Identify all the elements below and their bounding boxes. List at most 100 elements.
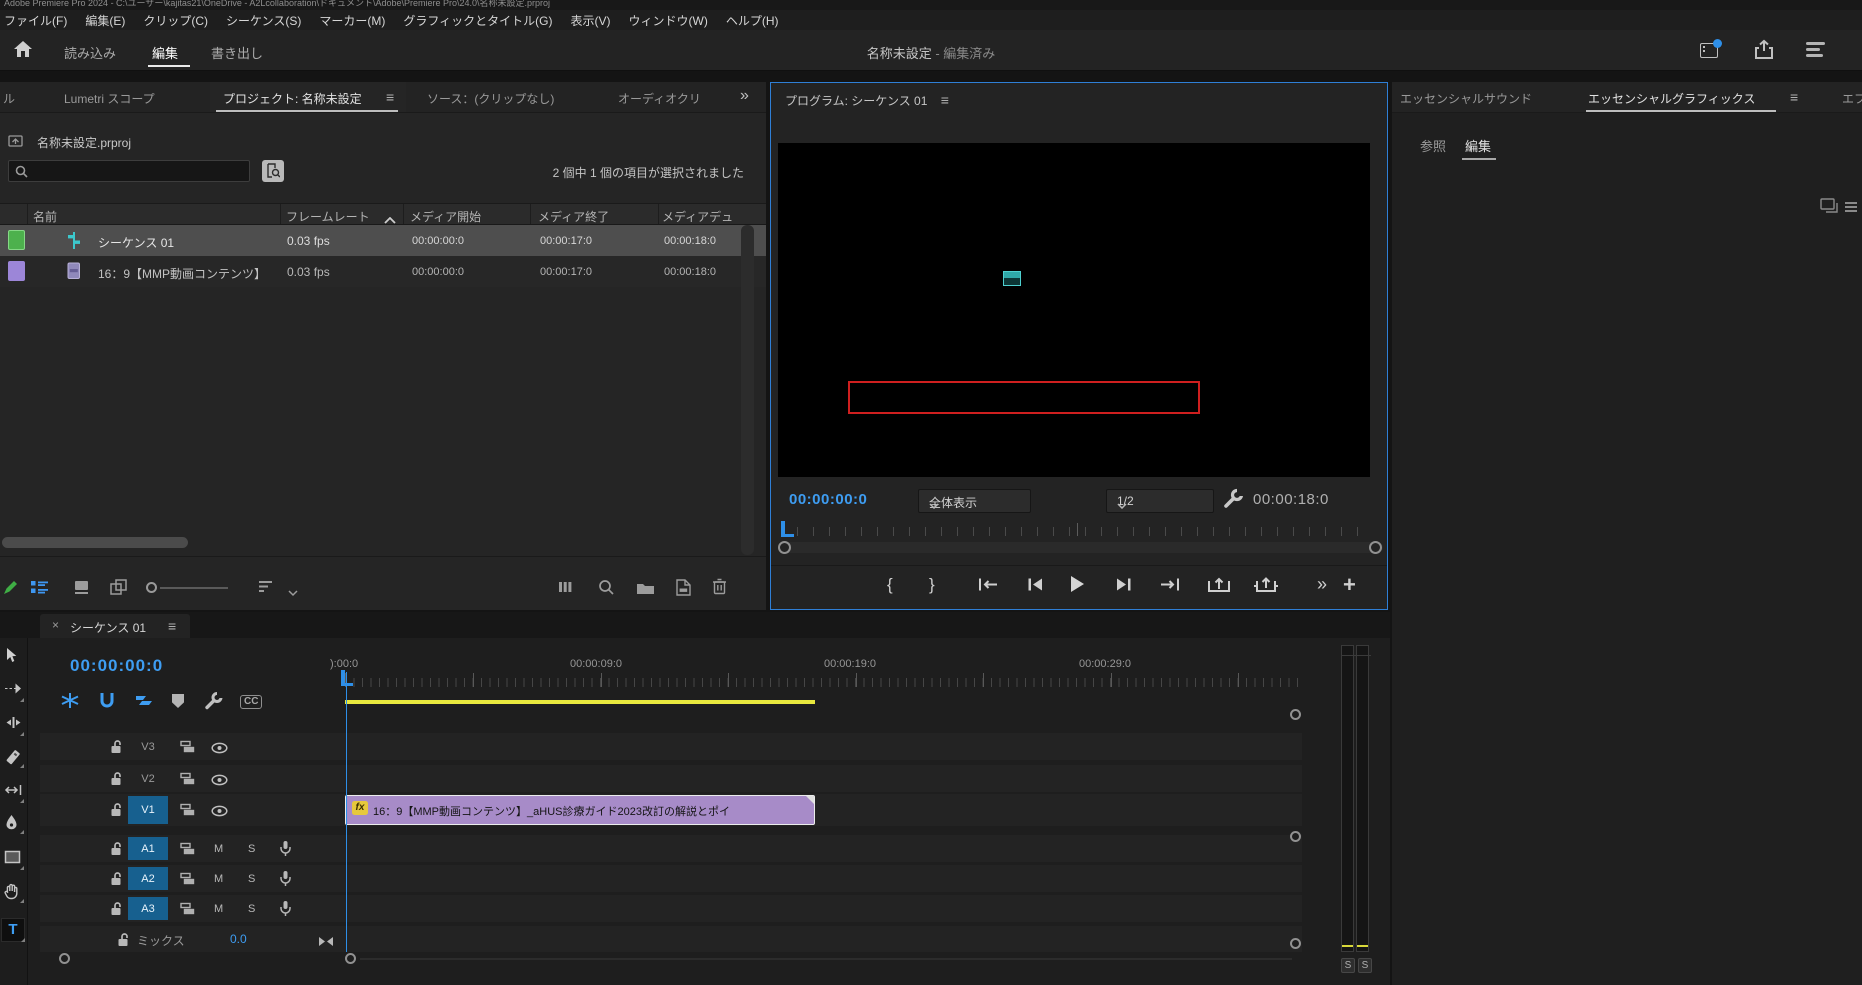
track-badge-a1[interactable]: A1 [128, 837, 168, 860]
freeform-view-button[interactable] [110, 579, 128, 600]
column-framerate[interactable]: フレームレート [286, 208, 370, 225]
track-badge-a3[interactable]: A3 [128, 897, 168, 920]
fit-dropdown[interactable]: 全体表示 [918, 489, 1031, 513]
mark-out-button[interactable]: } [929, 575, 935, 595]
tab-project-active[interactable]: プロジェクト: 名称未設定 ≡ [210, 82, 406, 112]
track-lane-a3[interactable] [345, 895, 1302, 922]
tab-lumetri-scopes[interactable]: Lumetri スコープ [64, 90, 155, 107]
keyframe-bowtie-icon[interactable] [318, 934, 334, 952]
tab-effects-clipped[interactable]: エフ [1842, 90, 1862, 107]
menu-edit[interactable]: 編集(E) [76, 12, 134, 29]
column-media-start[interactable]: メディア開始 [410, 208, 481, 225]
track-badge-v2[interactable]: V2 [128, 767, 168, 790]
tab-audio-clip-mixer[interactable]: オーディオクリ [618, 90, 701, 107]
track-badge-v1[interactable]: V1 [128, 796, 168, 824]
snap-magnet-icon[interactable] [98, 692, 116, 714]
voiceover-mic-icon[interactable] [279, 840, 292, 862]
program-video-canvas[interactable] [778, 143, 1370, 477]
track-select-forward-tool[interactable] [4, 682, 24, 702]
layer-menu-icon[interactable] [1844, 200, 1858, 218]
menu-clip[interactable]: クリップ(C) [134, 12, 217, 29]
lock-icon[interactable] [110, 901, 122, 921]
writable-pencil-icon[interactable] [2, 579, 19, 601]
add-marker-icon[interactable] [172, 694, 184, 708]
column-media-end[interactable]: メディア終了 [538, 208, 609, 225]
go-to-out-button[interactable] [1159, 577, 1181, 597]
menu-marker[interactable]: マーカー(M) [310, 12, 394, 29]
zoom-slider-track[interactable] [160, 587, 228, 589]
lock-icon[interactable] [110, 871, 122, 891]
source-patch-icon[interactable] [180, 740, 195, 758]
new-layer-button[interactable] [1820, 198, 1838, 218]
find-button[interactable] [598, 579, 614, 600]
project-row-sequence[interactable]: シーケンス 01 0.03 fps 00:00:00:0 00:00:17:0 … [0, 225, 766, 256]
source-patch-icon[interactable] [180, 772, 195, 790]
audio-tracks-scroll-handle[interactable] [1290, 831, 1301, 842]
project-row-clip[interactable]: 16：9【MMP動画コンテンツ】 0.03 fps 00:00:00:0 00:… [0, 256, 766, 287]
play-button[interactable] [1067, 574, 1087, 599]
delete-button[interactable] [712, 578, 727, 600]
tab-overflow-icon[interactable]: » [740, 87, 749, 105]
label-color-chip[interactable] [8, 261, 25, 281]
lock-icon[interactable] [110, 771, 122, 791]
track-lane-a1[interactable] [345, 835, 1302, 862]
search-box[interactable] [8, 160, 250, 183]
program-playhead[interactable] [781, 521, 795, 539]
captions-toggle[interactable]: CC [240, 695, 263, 709]
close-icon[interactable]: × [52, 618, 59, 632]
search-bin-button[interactable] [262, 160, 284, 182]
work-area-bar[interactable] [345, 700, 815, 704]
source-patch-icon[interactable] [180, 902, 195, 920]
go-to-in-button[interactable] [977, 577, 999, 597]
slip-tool[interactable] [4, 783, 24, 803]
tab-source-monitor[interactable]: ソース：(クリップなし) [427, 90, 554, 107]
panel-menu-icon[interactable]: ≡ [386, 90, 394, 104]
menu-window[interactable]: ウィンドウ(W) [620, 12, 717, 29]
menu-view[interactable]: 表示(V) [562, 12, 620, 29]
step-back-button[interactable] [1027, 577, 1044, 597]
pen-tool[interactable] [4, 814, 24, 834]
linked-selection-icon[interactable] [134, 692, 154, 714]
menu-help[interactable]: ヘルプ(H) [717, 12, 788, 29]
track-lane-v3[interactable] [345, 733, 1302, 760]
timeline-scroll-left-handle[interactable] [59, 953, 70, 964]
video-tracks-scroll-handle[interactable] [1290, 709, 1301, 720]
menu-file[interactable]: ファイル(F) [0, 12, 76, 29]
subtab-edit[interactable]: 編集 [1465, 136, 1491, 155]
track-output-eye-icon[interactable] [211, 804, 228, 822]
mute-button[interactable]: M [214, 843, 223, 855]
source-patch-icon[interactable] [180, 803, 195, 821]
mute-button[interactable]: M [214, 873, 223, 885]
sort-icon[interactable] [258, 580, 274, 598]
razor-tool[interactable] [4, 748, 24, 768]
lock-icon[interactable] [110, 739, 122, 759]
playhead-line[interactable] [346, 672, 347, 952]
button-editor-overflow-icon[interactable]: » [1317, 574, 1327, 595]
mix-volume-value[interactable]: 0.0 [230, 932, 247, 946]
hand-tool[interactable] [4, 883, 24, 903]
timeline-horizontal-scrollbar[interactable] [360, 958, 1292, 960]
timeline-settings-wrench-icon[interactable] [204, 691, 224, 716]
subtab-browse[interactable]: 参照 [1420, 136, 1446, 155]
timeline-current-timecode[interactable]: 00:00:00:0 [70, 656, 163, 676]
monitor-settings-wrench-icon[interactable] [1223, 488, 1245, 515]
program-mini-ruler[interactable] [797, 527, 1363, 536]
type-tool[interactable]: T [1, 918, 25, 942]
mark-in-button[interactable]: { [887, 575, 893, 595]
timeline-tab-active[interactable]: × シーケンス 01 ≡ [40, 614, 190, 638]
menu-sequence[interactable]: シーケンス(S) [217, 12, 310, 29]
new-bin-button[interactable] [636, 581, 655, 600]
timeline-scroll-start-handle[interactable] [345, 953, 356, 964]
menu-graphics-titles[interactable]: グラフィックとタイトル(G) [394, 12, 561, 29]
label-color-chip[interactable] [8, 230, 25, 250]
tab-essential-graphics[interactable]: エッセンシャルグラフィックス [1588, 90, 1755, 107]
extract-button[interactable] [1253, 575, 1279, 598]
rectangle-tool[interactable] [4, 850, 24, 870]
column-name[interactable]: 名前 [33, 208, 57, 225]
sort-chevron-icon[interactable] [288, 584, 298, 602]
list-view-button[interactable] [30, 580, 49, 600]
meter-solo-right-button[interactable]: S [1358, 958, 1372, 973]
lock-icon[interactable] [117, 932, 129, 952]
new-item-button[interactable] [676, 579, 691, 601]
insert-nest-toggle-icon[interactable] [60, 692, 80, 714]
